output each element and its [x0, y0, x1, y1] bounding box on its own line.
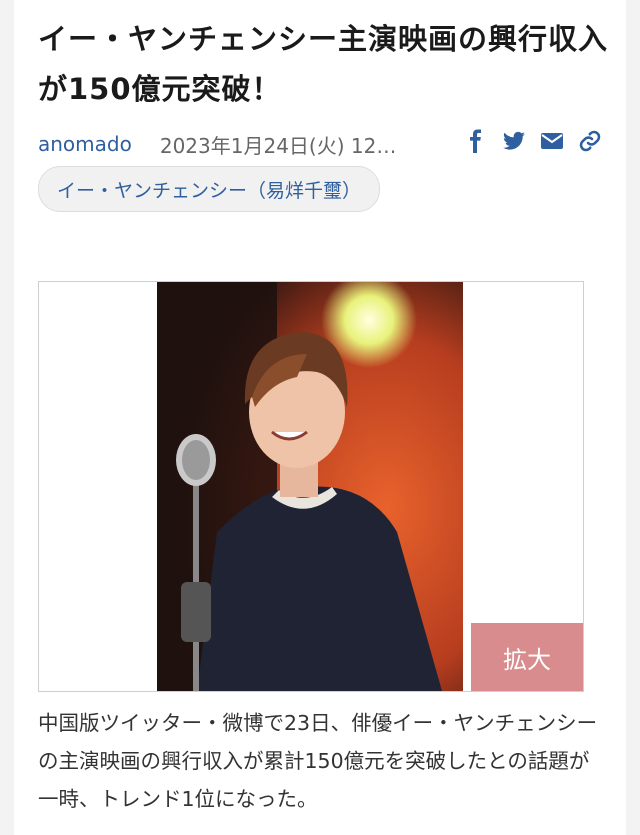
publish-date: 2023年1月24日(火) 12…: [159, 133, 397, 158]
share-bar: [464, 129, 602, 153]
zoom-button[interactable]: 拡大: [471, 623, 583, 691]
article-title: イー・ヤンチェンシー主演映画の興行収入が150億元突破！: [38, 22, 609, 106]
left-margin: [0, 0, 14, 835]
facebook-icon[interactable]: [464, 129, 488, 153]
twitter-icon[interactable]: [502, 129, 526, 153]
article-photo[interactable]: [157, 282, 463, 691]
link-icon[interactable]: [578, 129, 602, 153]
mail-icon[interactable]: [540, 129, 564, 153]
article-figure: 拡大: [38, 281, 584, 692]
article-page: イー・ヤンチェンシー主演映画の興行収入が150億元突破！ anomado 202…: [14, 0, 626, 835]
article-meta: anomado 2023年1月24日(火) 12…: [38, 127, 618, 161]
article-body: 中国版ツイッター・微博で23日、俳優イー・ヤンチェンシーの主演映画の興行収入が累…: [38, 711, 598, 811]
right-margin: [626, 0, 640, 835]
author-link[interactable]: anomado: [38, 132, 132, 156]
tag-chip[interactable]: イー・ヤンチェンシー（易烊千璽）: [38, 166, 381, 212]
